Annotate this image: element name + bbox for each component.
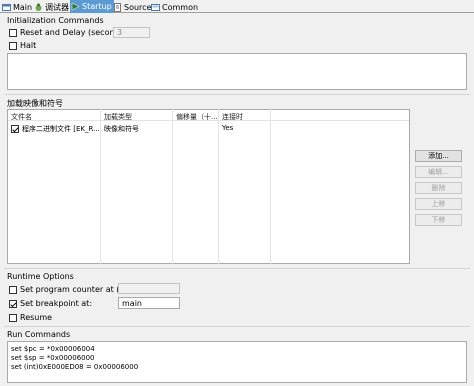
set-pc-checkbox[interactable] xyxy=(9,285,17,294)
column-header-filename[interactable]: 文件名 xyxy=(11,112,32,122)
pc-address-input[interactable] xyxy=(118,283,180,294)
halt-label: Halt xyxy=(20,41,37,50)
tab-source-label: Source xyxy=(124,2,152,12)
delete-button[interactable]: 删除 xyxy=(415,182,462,194)
column-divider xyxy=(100,109,101,264)
edit-button[interactable]: 编辑... xyxy=(415,166,462,178)
delay-seconds-input[interactable]: 3 xyxy=(113,27,150,38)
debugger-icon xyxy=(34,3,43,12)
row-enable-checkbox[interactable] xyxy=(11,125,19,133)
column-divider xyxy=(218,109,219,264)
run-command-line: set $sp = *0x00006000 xyxy=(11,354,95,362)
column-header-load-type[interactable]: 加载类型 xyxy=(104,112,132,122)
move-up-button[interactable]: 上移 xyxy=(415,198,462,210)
resume-row: Resume xyxy=(9,313,52,322)
tab-startup-label: Startup xyxy=(82,2,112,11)
halt-row: Halt xyxy=(9,41,36,50)
tab-startup[interactable]: Startup xyxy=(70,0,114,13)
column-divider xyxy=(172,109,173,264)
runtime-section-title: Runtime Options xyxy=(7,272,74,281)
table-row[interactable]: 程序二进制文件 [EK_R... xyxy=(11,124,100,134)
tab-debugger-label: 调试器 xyxy=(45,2,69,12)
tab-debugger[interactable]: 调试器 xyxy=(33,1,71,13)
add-button[interactable]: 添加... xyxy=(415,150,462,162)
set-breakpoint-checkbox[interactable] xyxy=(9,299,17,308)
divider xyxy=(4,268,470,269)
row-filename: 程序二进制文件 [EK_R... xyxy=(22,125,100,133)
tab-common-label: Common xyxy=(162,2,199,12)
init-commands-textarea[interactable] xyxy=(7,53,467,90)
column-divider xyxy=(270,109,271,264)
reset-delay-checkbox[interactable] xyxy=(9,28,17,37)
move-down-button[interactable]: 下移 xyxy=(415,214,462,226)
tab-main-label: Main xyxy=(13,2,33,12)
resume-checkbox[interactable] xyxy=(9,313,17,322)
halt-checkbox[interactable] xyxy=(9,41,17,50)
set-breakpoint-label: Set breakpoint at: xyxy=(20,299,93,308)
startup-icon xyxy=(71,2,80,11)
divider xyxy=(4,326,470,327)
source-icon xyxy=(113,2,122,12)
tab-strip: Main 调试器 Startup Source Common xyxy=(0,0,474,13)
common-icon xyxy=(151,3,160,12)
tab-common[interactable]: Common xyxy=(150,1,200,13)
divider xyxy=(4,94,470,95)
run-commands-textarea[interactable]: set $pc = *0x00006004 set $sp = *0x00006… xyxy=(7,341,467,383)
row-connect: Yes xyxy=(222,124,234,132)
breakpoint-input[interactable]: main xyxy=(118,297,180,309)
run-command-line: set $pc = *0x00006004 xyxy=(11,345,95,353)
run-command-line: set (int)0xE000ED08 = 0x00006000 xyxy=(11,363,139,371)
resume-label: Resume xyxy=(20,313,53,322)
tab-main[interactable]: Main xyxy=(1,1,34,13)
breakpoint-row: Set breakpoint at: xyxy=(9,299,92,308)
init-section-title: Initialization Commands xyxy=(7,16,104,25)
column-header-offset[interactable]: 偏移量（十... xyxy=(176,112,218,122)
run-section-title: Run Commands xyxy=(7,330,71,339)
load-section-title: 加载映像和符号 xyxy=(7,99,63,108)
reset-delay-row: Reset and Delay (seconds): xyxy=(9,28,130,37)
row-load-type: 映像和符号 xyxy=(104,125,139,133)
column-header-connect[interactable]: 连接时 xyxy=(222,112,243,122)
main-icon xyxy=(2,3,11,12)
tab-source[interactable]: Source xyxy=(112,1,153,13)
